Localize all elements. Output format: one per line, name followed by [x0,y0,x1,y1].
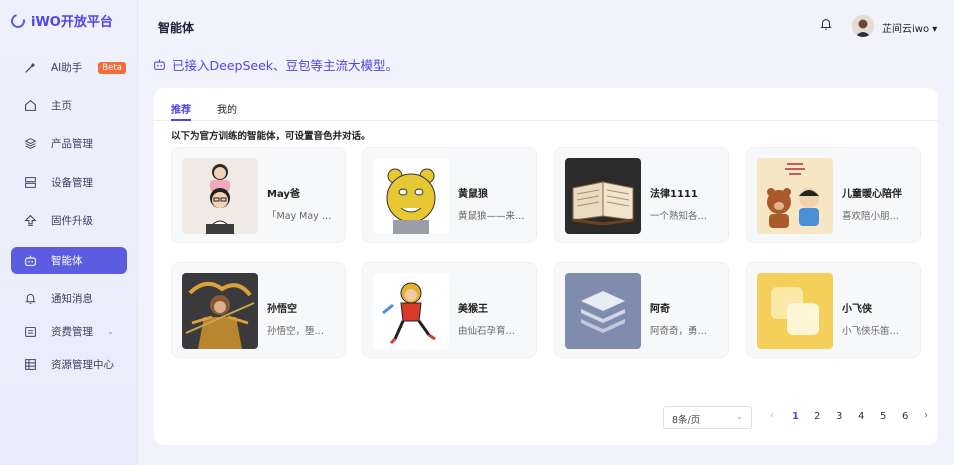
sidebar-item-notifications[interactable]: 通知消息 [11,285,127,312]
agents-panel: 推荐 我的 以下为官方训练的智能体，可设置音色并对话。 May爸 「May Ma… [154,88,938,445]
prev-page-button[interactable]: ‹ [770,410,774,421]
agent-card[interactable]: 黄鼠狼 黄鼠狼——来… [362,147,537,243]
agent-thumbnail [373,273,449,349]
agent-name: 美猴王 [458,304,488,315]
billing-icon [25,326,36,337]
page-button[interactable]: 4 [858,411,864,422]
logo[interactable]: iWO开放平台 [8,10,113,31]
home-icon [25,99,36,111]
avatar[interactable] [852,15,874,37]
agent-description: 小飞侠乐笛… [842,326,900,337]
tab-recommended[interactable]: 推荐 [171,101,191,116]
sidebar-item-agents[interactable]: 智能体 [11,247,127,274]
sidebar-item-label: 固件升级 [51,215,93,227]
section-description: 以下为官方训练的智能体，可设置音色并对话。 [171,131,371,142]
agent-description: 喜欢陪小朋… [842,211,900,222]
sidebar-item-label: 主页 [51,100,72,112]
sidebar-item-products[interactable]: 产品管理 [11,130,127,157]
next-page-button[interactable]: › [924,410,928,421]
sidebar-item-label: 资费管理 [51,326,93,338]
robot-icon [154,59,165,70]
logo-icon [8,10,28,31]
agent-thumbnail [757,273,833,349]
bell-icon[interactable] [819,17,833,31]
page-button[interactable]: 5 [880,411,886,422]
sidebar-item-firmware[interactable]: 固件升级 [11,207,127,234]
server-icon [25,177,36,188]
sidebar-item-home[interactable]: 主页 [11,92,127,119]
agent-description: 一个熟知各… [650,211,708,222]
chevron-down-icon: ⌄ [107,327,114,336]
agent-description: 阿奇奇，勇… [650,326,708,337]
model-banner: 已接入DeepSeek、豆包等主流大模型。 [153,55,398,74]
agent-description: 黄鼠狼——来… [458,211,525,222]
sidebar-item-label: 通知消息 [51,293,93,305]
sidebar-item-ai-assistant[interactable]: AI助手 Beta [11,54,127,81]
sidebar: iWO开放平台 AI助手 Beta 主页 产品管理 设备管理 固件升级 智能体 … [0,0,138,465]
agent-thumbnail [565,273,641,349]
bell-icon [25,294,36,304]
sidebar-item-label: 设备管理 [51,177,93,189]
agent-card[interactable]: 孙悟空 孙悟空，堕… [171,262,346,358]
page-title: 智能体 [158,21,195,35]
sidebar-item-label: AI助手 [51,62,83,74]
agent-card[interactable]: May爸 「May May … [171,147,346,243]
layers-icon [24,138,37,149]
agent-name: 孙悟空 [267,304,297,315]
agent-name: May爸 [267,189,300,200]
user-menu[interactable]: 芷间云iwo ▾ [882,20,937,35]
sidebar-item-label: 资源管理中心 [51,359,114,371]
topbar: 智能体 芷间云iwo ▾ [139,0,954,50]
upgrade-icon [24,214,37,226]
agent-card[interactable]: 阿奇 阿奇奇，勇… [554,262,729,358]
robot-icon [25,255,36,266]
agent-thumbnail [182,273,258,349]
chevron-down-icon: ⌄ [736,412,743,421]
resources-icon [25,359,36,370]
agent-card[interactable]: 法律1111 一个熟知各… [554,147,729,243]
agent-description: 「May May … [267,211,332,222]
agent-thumbnail [182,158,258,234]
agent-name: 阿奇 [650,304,670,315]
agent-name: 小飞侠 [842,304,872,315]
magic-wand-icon [25,62,36,73]
page-button[interactable]: 6 [902,411,908,422]
sidebar-item-billing[interactable]: 资费管理 ⌄ [11,318,127,345]
agent-card[interactable]: 儿童暖心陪伴 喜欢陪小朋… [746,147,921,243]
tab-mine[interactable]: 我的 [217,101,237,116]
agent-name: 儿童暖心陪伴 [842,189,902,200]
logo-text: iWO开放平台 [31,15,113,30]
banner-text: 已接入DeepSeek、豆包等主流大模型。 [172,58,398,73]
agent-card[interactable]: 美猴王 由仙石孕育… [362,262,537,358]
page-button[interactable]: 1 [792,411,799,422]
agent-thumbnail [757,158,833,234]
agent-card[interactable]: 小飞侠 小飞侠乐笛… [746,262,921,358]
page-button[interactable]: 3 [836,411,842,422]
agent-thumbnail [373,158,449,234]
agent-description: 由仙石孕育… [458,326,516,337]
tab-indicator [171,119,191,121]
beta-badge: Beta [98,61,126,74]
agent-name: 法律1111 [650,189,698,200]
sidebar-item-label: 智能体 [51,255,83,267]
tab-bar: 推荐 我的 [154,88,938,121]
page-size-value: 8条/页 [672,415,701,426]
page-button[interactable]: 2 [814,411,820,422]
page-size-select[interactable]: 8条/页 ⌄ [663,406,752,429]
agent-name: 黄鼠狼 [458,189,488,200]
sidebar-item-devices[interactable]: 设备管理 [11,169,127,196]
agent-description: 孙悟空，堕… [267,326,325,337]
sidebar-item-resources[interactable]: 资源管理中心 [11,351,127,378]
agent-thumbnail [565,158,641,234]
sidebar-item-label: 产品管理 [51,138,93,150]
